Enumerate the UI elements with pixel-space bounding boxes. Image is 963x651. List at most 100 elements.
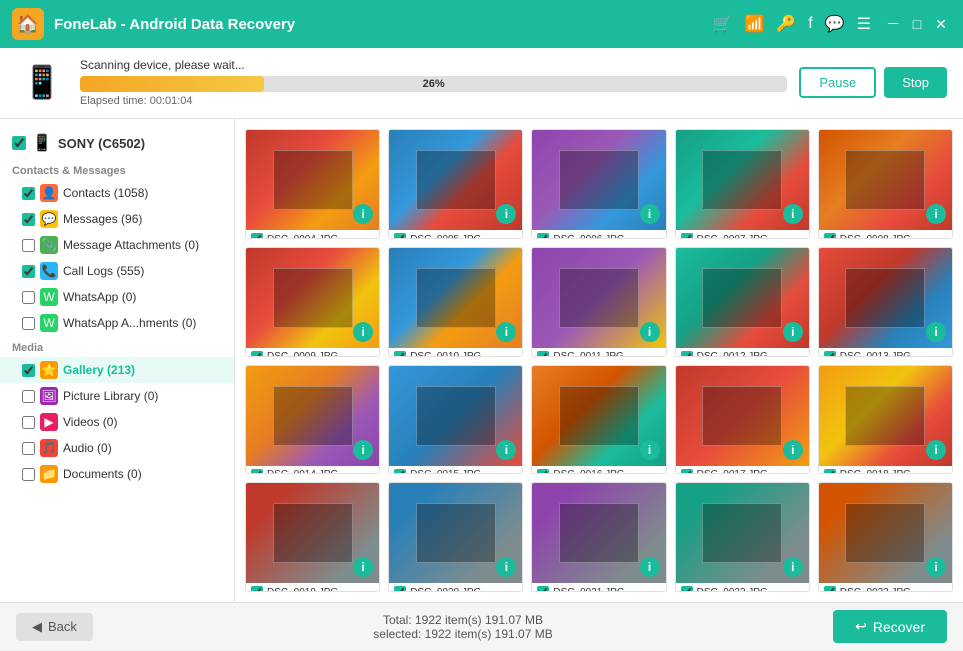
contacts-checkbox[interactable] (22, 187, 35, 200)
photo-checkbox[interactable] (824, 586, 836, 592)
photo-checkbox[interactable] (394, 586, 406, 592)
photo-checkbox[interactable] (394, 469, 406, 475)
photo-thumbnail: i (246, 483, 379, 583)
sidebar-item-videos[interactable]: ▶ Videos (0) (0, 409, 234, 435)
key-icon[interactable]: 🔑 (776, 14, 796, 34)
app-title: FoneLab - Android Data Recovery (54, 16, 713, 33)
photo-card[interactable]: iDSC_0007.JPG (675, 129, 810, 239)
info-badge[interactable]: i (496, 440, 516, 460)
device-icon: 📱 (32, 133, 52, 153)
photo-card[interactable]: iDSC_0015.JPG (388, 365, 523, 475)
photo-card[interactable]: iDSC_0016.JPG (531, 365, 666, 475)
photo-checkbox[interactable] (394, 233, 406, 239)
sidebar-item-audio[interactable]: 🎵 Audio (0) (0, 435, 234, 461)
photo-card[interactable]: iDSC_0012.JPG (675, 247, 810, 357)
stop-button[interactable]: Stop (884, 67, 947, 98)
recover-button[interactable]: ↩ Recover (833, 610, 947, 643)
info-badge[interactable]: i (640, 440, 660, 460)
sidebar-item-whatsappatt[interactable]: W WhatsApp A...hments (0) (0, 310, 234, 336)
gallery-checkbox[interactable] (22, 364, 35, 377)
info-badge[interactable]: i (353, 440, 373, 460)
photo-card[interactable]: iDSC_0014.JPG (245, 365, 380, 475)
msgatt-checkbox[interactable] (22, 239, 35, 252)
photo-card[interactable]: iDSC_0005.JPG (388, 129, 523, 239)
piclibrary-checkbox[interactable] (22, 390, 35, 403)
close-button[interactable]: ✕ (931, 14, 951, 34)
photo-checkbox[interactable] (394, 351, 406, 357)
whatsappatt-icon: W (40, 314, 58, 332)
back-button[interactable]: ◀ Back (16, 613, 93, 641)
sidebar-item-documents[interactable]: 📁 Documents (0) (0, 461, 234, 487)
sidebar-item-msgatt[interactable]: 📎 Message Attachments (0) (0, 232, 234, 258)
photo-footer: DSC_0004.JPG (246, 230, 379, 239)
photo-checkbox[interactable] (681, 469, 693, 475)
photo-checkbox[interactable] (681, 233, 693, 239)
photo-card[interactable]: iDSC_0023.JPG (818, 482, 953, 592)
photo-card[interactable]: iDSC_0020.JPG (388, 482, 523, 592)
photo-checkbox[interactable] (681, 586, 693, 592)
photo-thumbnail: i (246, 366, 379, 466)
photo-checkbox[interactable] (824, 233, 836, 239)
contacts-label: Contacts (1058) (63, 186, 222, 200)
device-checkbox[interactable] (12, 136, 26, 150)
whatsapp-checkbox[interactable] (22, 291, 35, 304)
photo-checkbox[interactable] (251, 351, 263, 357)
photo-checkbox[interactable] (251, 469, 263, 475)
info-badge[interactable]: i (640, 322, 660, 342)
photo-checkbox[interactable] (537, 233, 549, 239)
photo-checkbox[interactable] (537, 469, 549, 475)
info-badge[interactable]: i (926, 322, 946, 342)
cart-icon[interactable]: 🛒 (713, 14, 733, 34)
info-badge[interactable]: i (926, 204, 946, 224)
photo-checkbox[interactable] (251, 586, 263, 592)
sidebar-item-calllogs[interactable]: 📞 Call Logs (555) (0, 258, 234, 284)
photo-card[interactable]: iDSC_0017.JPG (675, 365, 810, 475)
photo-checkbox[interactable] (824, 469, 836, 475)
sidebar-item-whatsapp[interactable]: W WhatsApp (0) (0, 284, 234, 310)
photo-card[interactable]: iDSC_0013.JPG (818, 247, 953, 357)
facebook-icon[interactable]: f (808, 15, 812, 33)
message-icon[interactable]: 💬 (825, 14, 845, 34)
photo-card[interactable]: iDSC_0004.JPG (245, 129, 380, 239)
minimize-button[interactable]: － (883, 14, 903, 34)
photo-checkbox[interactable] (537, 586, 549, 592)
photo-card[interactable]: iDSC_0010.JPG (388, 247, 523, 357)
documents-checkbox[interactable] (22, 468, 35, 481)
photo-checkbox[interactable] (251, 233, 263, 239)
sidebar-item-gallery[interactable]: ⭐ Gallery (213) (0, 357, 234, 383)
info-badge[interactable]: i (783, 440, 803, 460)
photo-checkbox[interactable] (681, 351, 693, 357)
wifi-icon[interactable]: 📶 (744, 14, 764, 34)
photo-card[interactable]: iDSC_0018.JPG (818, 365, 953, 475)
info-badge[interactable]: i (640, 557, 660, 577)
whatsappatt-checkbox[interactable] (22, 317, 35, 330)
messages-checkbox[interactable] (22, 213, 35, 226)
tv-screen (845, 503, 925, 563)
maximize-button[interactable]: □ (907, 14, 927, 34)
photo-card[interactable]: i DSC_0006.JPG (531, 129, 666, 239)
photo-card[interactable]: iDSC_0009.JPG (245, 247, 380, 357)
sidebar-item-messages[interactable]: 💬 Messages (96) (0, 206, 234, 232)
calllogs-checkbox[interactable] (22, 265, 35, 278)
photo-checkbox[interactable] (824, 351, 836, 357)
videos-checkbox[interactable] (22, 416, 35, 429)
sidebar-item-piclibrary[interactable]: 🖼 Picture Library (0) (0, 383, 234, 409)
pause-button[interactable]: Pause (799, 67, 876, 98)
audio-checkbox[interactable] (22, 442, 35, 455)
photo-card[interactable]: iDSC_0019.JPG (245, 482, 380, 592)
photo-card[interactable]: iDSC_0008.JPG (818, 129, 953, 239)
info-badge[interactable]: i (783, 557, 803, 577)
info-badge[interactable]: i (783, 322, 803, 342)
photo-card[interactable]: iDSC_0022.JPG (675, 482, 810, 592)
photo-checkbox[interactable] (537, 351, 549, 357)
photo-card[interactable]: iDSC_0011.JPG (531, 247, 666, 357)
photo-card[interactable]: iDSC_0021.JPG (531, 482, 666, 592)
menu-icon[interactable]: ☰ (857, 14, 871, 34)
info-badge[interactable]: i (926, 440, 946, 460)
info-badge[interactable]: i (353, 322, 373, 342)
tv-screen (845, 150, 925, 210)
photo-name: DSC_0006.JPG (553, 234, 624, 239)
info-badge[interactable]: i (783, 204, 803, 224)
info-badge[interactable]: i (640, 204, 660, 224)
sidebar-item-contacts[interactable]: 👤 Contacts (1058) (0, 180, 234, 206)
